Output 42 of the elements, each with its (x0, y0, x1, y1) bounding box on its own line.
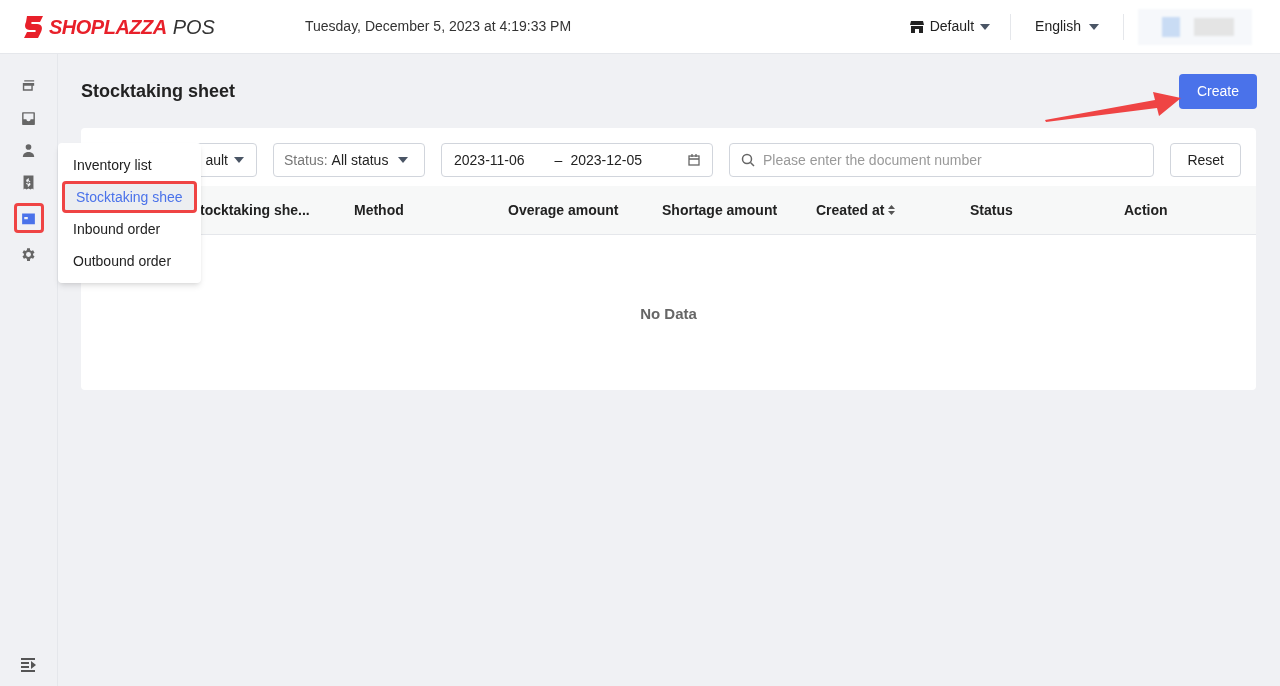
empty-message: No Data (640, 304, 697, 324)
create-button[interactable]: Create (1178, 73, 1257, 109)
menu-item[interactable]: Inventory list (58, 149, 201, 181)
date-separator: – (554, 150, 563, 170)
status-filter[interactable]: Status: All status (273, 143, 425, 177)
column-header: tocktaking she... (200, 200, 310, 220)
search-icon (741, 153, 755, 167)
caret-icon (980, 23, 991, 30)
calendar-icon (688, 154, 700, 166)
status-label: Status: (284, 150, 328, 170)
end-date: 2023-12-05 (570, 150, 642, 170)
store-selector[interactable]: Default (909, 13, 1012, 40)
date-range-field[interactable]: 2023-11-06 – 2023-12-05 (441, 143, 713, 177)
menu-item[interactable]: Outbound order (58, 245, 201, 277)
brand-name: SHOPLAZZA (49, 14, 167, 40)
column-header: Status (970, 200, 1013, 220)
store-icon (909, 19, 924, 34)
menu-item[interactable]: Stocktaking shee (62, 181, 197, 213)
column-header: Action (1124, 200, 1168, 220)
caret-icon (234, 157, 244, 163)
menu-item[interactable]: Inbound order (58, 213, 201, 245)
column-header: Created at (816, 200, 885, 220)
column-header: Shortage amount (662, 200, 778, 220)
product-name: POS (172, 14, 215, 40)
sort-icon[interactable] (888, 205, 896, 215)
settings-icon (20, 245, 37, 263)
page-title: Stocktaking sheet (81, 79, 236, 103)
column-header: Overage amount (508, 200, 619, 220)
reset-button[interactable]: Reset (1170, 143, 1241, 177)
inbox-icon (20, 109, 37, 127)
caret-icon (1089, 23, 1099, 30)
expand-menu-icon[interactable] (20, 658, 37, 672)
sidebar-item[interactable] (13, 203, 44, 233)
column-header: Method (354, 200, 404, 220)
date-time: Tuesday, December 5, 2023 at 4:19:33 PM (304, 17, 572, 36)
logo-icon (23, 14, 45, 39)
person-icon (20, 141, 37, 159)
status-value: All status (331, 150, 389, 170)
start-date: 2023-11-06 (454, 150, 525, 170)
search-field[interactable]: Please enter the document number (729, 143, 1155, 177)
caret-icon (398, 157, 409, 163)
language-selector[interactable]: English (1011, 13, 1124, 40)
